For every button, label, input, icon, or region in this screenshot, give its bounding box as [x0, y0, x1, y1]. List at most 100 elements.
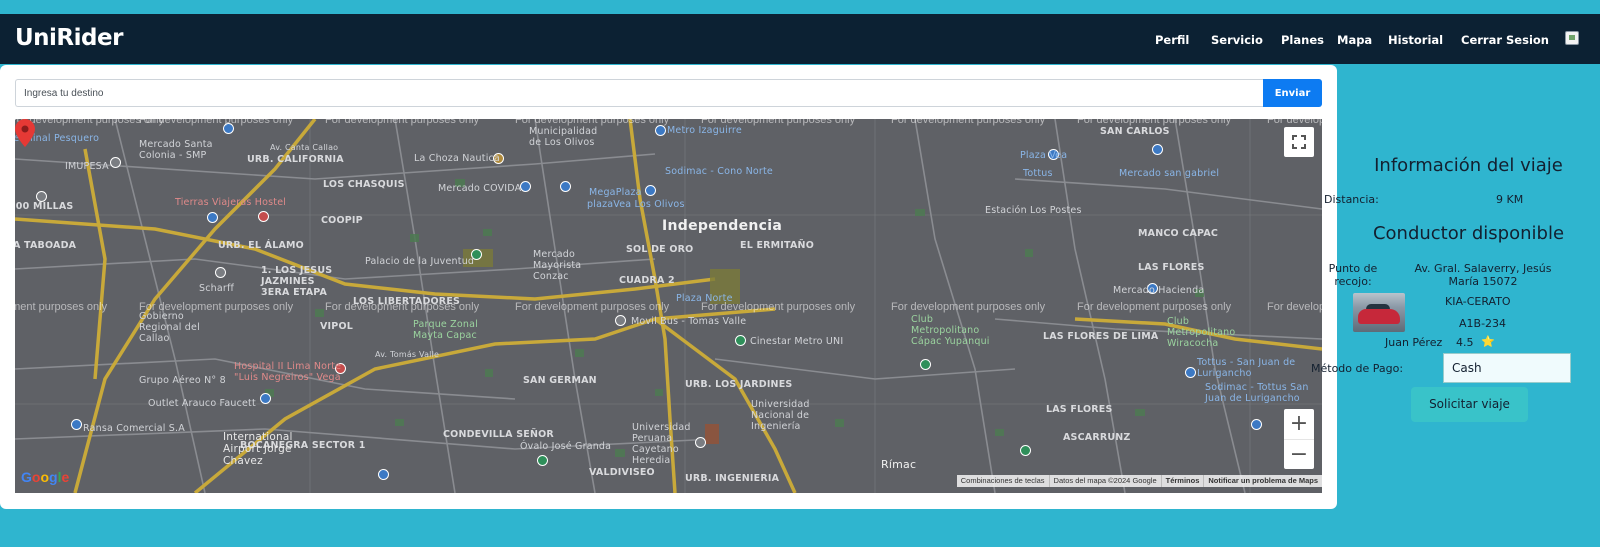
poi-icon [71, 419, 82, 430]
map-label: Av. Tomás Valle [375, 350, 440, 359]
map-label: 200 MILLAS [15, 201, 74, 212]
distance-value: 9 KM [1496, 193, 1524, 206]
map-label: International Airport Jorge Chavez [223, 431, 293, 467]
google-logo[interactable]: Google [21, 469, 69, 485]
car-plate: A1B-234 [1459, 317, 1507, 330]
map-label: Plaza Norte [676, 293, 733, 304]
map-label: SOL DE ORO [626, 244, 694, 255]
poi-icon [1020, 445, 1031, 456]
keyboard-shortcuts-link[interactable]: Combinaciones de teclas [957, 475, 1049, 487]
location-pin-icon[interactable] [15, 119, 35, 147]
star-icon: ⭐ [1481, 335, 1495, 348]
map-label: IMUPESA [65, 161, 109, 172]
map-watermark: For development purposes only [1267, 301, 1322, 313]
nav-perfil[interactable]: Perfil [1155, 33, 1189, 47]
send-button[interactable]: Enviar [1263, 79, 1322, 107]
map-watermark: For development purposes only [515, 119, 670, 126]
map-label: Plaza Vea [1020, 150, 1068, 161]
nav-mapa[interactable]: Mapa [1337, 33, 1372, 47]
map-label: URB. EL ÁLAMO [218, 240, 304, 251]
fullscreen-icon [1292, 135, 1306, 149]
poi-icon [645, 185, 656, 196]
map-label: Club Metropolitano Cápac Yupanqui [911, 314, 990, 347]
map-label: Tierras Viajeras Hostel [175, 197, 287, 208]
map-label: SAN GERMAN [523, 375, 597, 386]
fullscreen-button[interactable] [1284, 127, 1314, 157]
map-label: LAS FLORES [1046, 404, 1113, 415]
map-label: SAN CARLOS [1100, 126, 1170, 137]
poi-icon [920, 359, 931, 370]
map-label: Hospital II Lima Norte "Luis Negreiros" … [234, 361, 342, 383]
driver-title: Conductor disponible [1372, 223, 1565, 244]
driver-rating: 4.5 [1456, 336, 1474, 349]
map-label: plazaVea Los Olivos [587, 199, 685, 210]
car-image [1353, 293, 1405, 332]
map-watermark: For development purposes only [891, 301, 1046, 313]
terms-link[interactable]: Términos [1160, 475, 1204, 487]
poi-icon [110, 157, 121, 168]
map-label: URB. CALIFORNIA [247, 154, 344, 165]
map-label: Scharff [199, 283, 235, 294]
request-ride-button[interactable]: Solicitar viaje [1411, 387, 1528, 422]
map-watermark: For development purposes only [1077, 119, 1232, 126]
poi-icon [560, 181, 571, 192]
report-problem-link[interactable]: Notificar un problema de Maps [1203, 475, 1322, 487]
map-label: Grupo Aéreo N° 8 [139, 375, 226, 386]
nav-historial[interactable]: Historial [1388, 33, 1443, 47]
poi-icon [215, 267, 226, 278]
map-card: Enviar [0, 65, 1337, 509]
map-label: Sodimac - Tottus San Juan de Lurigancho [1205, 382, 1309, 404]
destination-input[interactable] [15, 79, 1264, 107]
map-label: Universidad Peruana Cayetano Heredia [632, 422, 691, 466]
map-label: Gobierno Regional del Callao [139, 311, 200, 344]
map-label: VALDIVISEO [589, 467, 655, 478]
map-label: Rímac [881, 458, 917, 471]
trip-info-panel: Información del viaje Distancia: 9 KM Co… [1311, 65, 1600, 547]
map-label: Estación Los Postes [985, 205, 1082, 216]
map-data-text: Datos del mapa ©2024 Google [1048, 475, 1161, 487]
pickup-value: Av. Gral. Salaverry, Jesús María 15072 [1414, 262, 1552, 288]
map-label: MANCO CAPAC [1138, 228, 1219, 239]
profile-image-icon[interactable] [1565, 31, 1579, 45]
map-label: Sodimac - Cono Norte [665, 166, 773, 177]
map-label: Mercado Mayorista Conzac [533, 249, 582, 282]
map-label: Cinestar Metro UNI [750, 336, 844, 347]
map-watermark: For development purposes only [1077, 301, 1232, 313]
map-label: Metro Izaguirre [667, 125, 742, 136]
payment-method-select[interactable]: Cash [1443, 353, 1571, 383]
map-watermark: For development purposes only [515, 301, 670, 313]
map-label: EL ERMITAÑO [740, 240, 814, 251]
map-label: Club Metropolitano Wiracocha [1167, 316, 1236, 349]
map-watermark: For development purposes only [139, 119, 294, 126]
map-label: LOS LIBERTADORES [353, 296, 461, 307]
nav-cerrar-sesion[interactable]: Cerrar Sesion [1461, 33, 1549, 47]
distance-label: Distancia: [1324, 193, 1379, 206]
map-label: Tottus [1023, 168, 1053, 179]
map-label: Tottus - San Juan de Lurigancho [1197, 357, 1296, 379]
map-attribution: Combinaciones de teclas Datos del mapa ©… [956, 475, 1322, 487]
map-label: URB. LOS JARDINES [685, 379, 793, 390]
poi-icon [735, 335, 746, 346]
nav-servicio[interactable]: Servicio [1211, 33, 1263, 47]
map-label: VIPOL [320, 321, 353, 332]
map-watermark: For development purposes only [1267, 119, 1322, 126]
pickup-label: Punto de recojo: [1328, 262, 1378, 288]
map-label: ASCARRUNZ [1063, 432, 1131, 443]
map-label: LAS FLORES [1138, 262, 1205, 273]
map-watermark: For development purposes only [891, 119, 1046, 126]
map-label: Palacio de la Juventud [365, 256, 475, 267]
brand-logo[interactable]: UniRider [15, 25, 123, 51]
map-label: Av. Canta Callao [270, 143, 339, 152]
map-view[interactable]: For development purposes only For develo… [15, 119, 1322, 493]
map-label: Universidad Nacional de Ingeniería [751, 399, 810, 432]
zoom-out-button[interactable]: − [1284, 439, 1314, 469]
map-label: Mercado COVIDA [438, 183, 522, 194]
map-label: URB. INGENIERIA [685, 473, 780, 484]
map-label: 1. LOS JESUS JAZMINES 3ERA ETAPA [261, 265, 333, 298]
map-label: Mercado Hacienda [1113, 285, 1205, 296]
nav-planes[interactable]: Planes [1281, 33, 1324, 47]
zoom-in-button[interactable]: + [1284, 409, 1314, 439]
top-navbar: UniRider Perfil Servicio Planes Mapa His… [0, 14, 1600, 64]
map-label: COOPIP [321, 215, 363, 226]
map-label: Parque Zonal Mayta Capac [413, 319, 478, 341]
